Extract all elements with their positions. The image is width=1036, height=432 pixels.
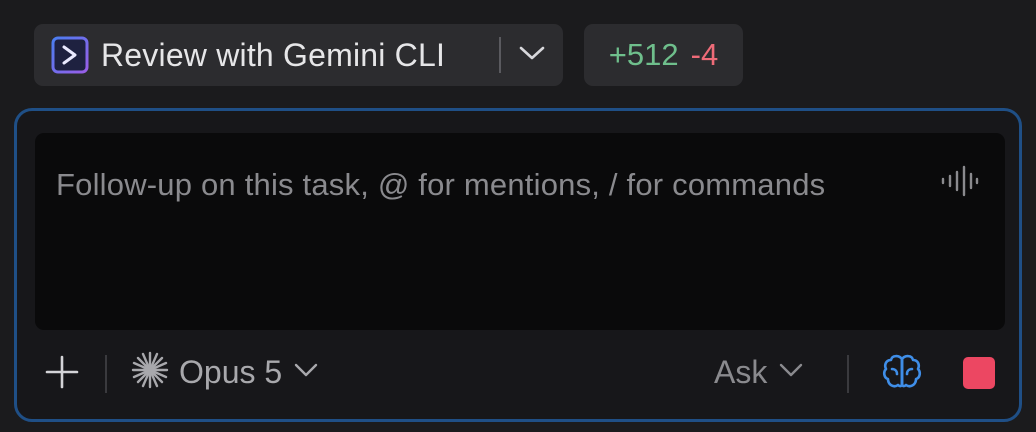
input-placeholder: Follow-up on this task, @ for mentions, … bbox=[56, 167, 826, 202]
mode-label: Ask bbox=[714, 353, 768, 390]
composer-toolbar: Opus 5 Ask bbox=[17, 343, 1019, 403]
sparkle-icon bbox=[131, 351, 169, 394]
stop-icon[interactable] bbox=[963, 357, 995, 389]
gemini-cli-icon bbox=[51, 36, 89, 74]
follow-up-input[interactable]: Follow-up on this task, @ for mentions, … bbox=[35, 133, 1005, 330]
voice-waveform-icon[interactable] bbox=[937, 161, 981, 201]
chevron-down-icon bbox=[779, 363, 803, 382]
lines-removed-count: -4 bbox=[690, 37, 719, 72]
message-composer: Follow-up on this task, @ for mentions, … bbox=[14, 108, 1022, 422]
toolbar-divider bbox=[847, 355, 849, 393]
plus-icon[interactable] bbox=[41, 351, 83, 393]
model-selector[interactable]: Opus 5 bbox=[131, 347, 318, 397]
review-options-dropdown[interactable] bbox=[501, 24, 563, 86]
review-with-gemini-button[interactable]: Review with Gemini CLI bbox=[34, 24, 499, 86]
chat-composer-panel: Review with Gemini CLI +512 -4 Follow-up… bbox=[0, 0, 1036, 432]
review-button-label: Review with Gemini CLI bbox=[101, 36, 446, 73]
chevron-down-icon bbox=[294, 363, 318, 382]
diff-stats-badge[interactable]: +512 -4 bbox=[584, 24, 743, 86]
chevron-down-icon bbox=[519, 45, 545, 66]
lines-added-count: +512 bbox=[608, 37, 679, 72]
toolbar-divider bbox=[105, 355, 107, 393]
model-label: Opus 5 bbox=[179, 353, 283, 390]
brain-icon[interactable] bbox=[879, 349, 925, 395]
review-split-button: Review with Gemini CLI bbox=[34, 24, 563, 86]
mode-selector[interactable]: Ask bbox=[714, 347, 803, 397]
